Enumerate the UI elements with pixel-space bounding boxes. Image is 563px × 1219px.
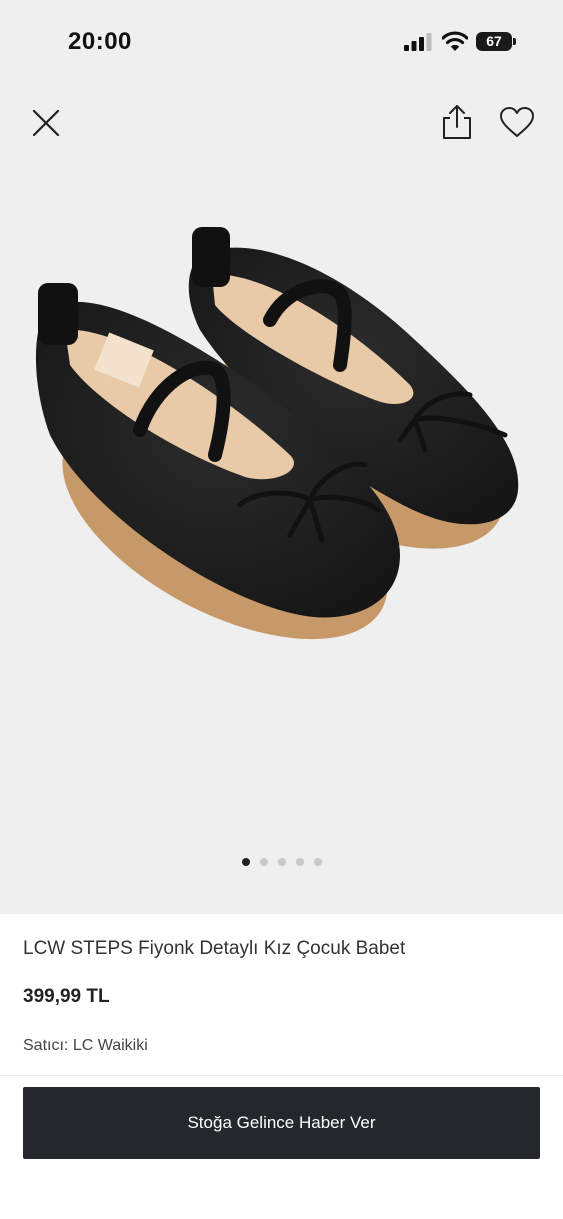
seller-info: Satıcı: LC Waikiki — [23, 1037, 148, 1055]
status-time: 20:00 — [68, 28, 132, 55]
product-photo — [35, 227, 519, 640]
heart-icon[interactable] — [499, 106, 535, 138]
gallery-dot[interactable] — [313, 858, 322, 866]
status-bar: 20:00 67 — [0, 0, 563, 84]
gallery-dot[interactable] — [295, 858, 304, 866]
battery-icon: 67 — [476, 32, 512, 51]
wifi-icon — [442, 31, 468, 51]
notify-when-in-stock-button[interactable]: Stoğa Gelince Haber Ver — [23, 1087, 540, 1159]
product-price: 399,99 TL — [23, 986, 110, 1007]
gallery-pagination — [0, 858, 563, 866]
battery-cap — [513, 38, 516, 45]
footer-divider — [0, 1075, 563, 1076]
seller-name-link[interactable]: LC Waikiki — [73, 1037, 148, 1054]
gallery-dot[interactable] — [241, 858, 250, 866]
share-icon[interactable] — [440, 104, 474, 140]
product-image-gallery[interactable]: 20:00 67 — [0, 0, 563, 914]
gallery-dot[interactable] — [277, 858, 286, 866]
close-icon[interactable] — [30, 107, 62, 139]
seller-label: Satıcı: — [23, 1037, 69, 1054]
gallery-dot[interactable] — [259, 858, 268, 866]
product-title: LCW STEPS Fiyonk Detaylı Kız Çocuk Babet — [23, 938, 406, 959]
battery-level: 67 — [486, 33, 502, 49]
signal-icon — [404, 33, 432, 51]
